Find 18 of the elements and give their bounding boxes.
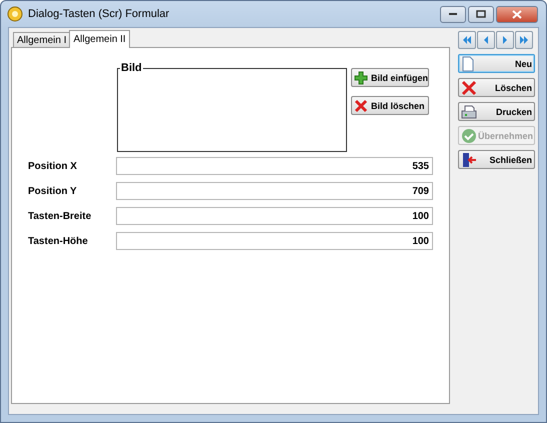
input-field[interactable]: 535 [116, 157, 433, 175]
input-field[interactable]: 100 [116, 207, 433, 225]
action-button[interactable]: Löschen [458, 78, 535, 97]
tab[interactable]: Allgemein I [13, 32, 70, 47]
field-label: Position X [28, 160, 78, 172]
window-title: Dialog-Tasten (Scr) Formular [28, 8, 170, 20]
field-label: Tasten-Höhe [28, 236, 89, 246]
picture-button[interactable]: Bild löschen [351, 96, 429, 115]
field-label: Position Y [28, 186, 78, 196]
group-title: Bild [120, 62, 143, 74]
action-button[interactable]: Drucken [458, 102, 535, 121]
field-label: Tasten-Breite [28, 210, 92, 222]
action-button[interactable]: Schließen [458, 150, 535, 169]
input-field[interactable]: 709 [116, 182, 433, 200]
action-button[interactable]: Neu [458, 54, 535, 73]
picture-button[interactable]: Bild einfügen [351, 68, 429, 87]
tab[interactable]: Allgemein II [69, 30, 130, 48]
input-field[interactable]: 100 [116, 232, 433, 250]
